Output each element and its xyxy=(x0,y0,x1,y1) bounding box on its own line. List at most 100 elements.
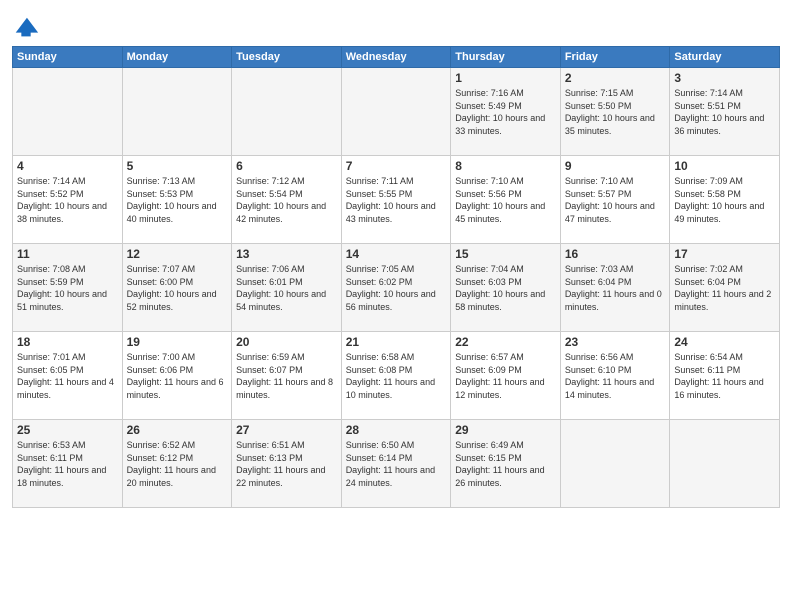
calendar-header-row: SundayMondayTuesdayWednesdayThursdayFrid… xyxy=(13,47,780,68)
day-number: 19 xyxy=(127,335,228,349)
day-info: Sunrise: 7:08 AM Sunset: 5:59 PM Dayligh… xyxy=(17,263,118,313)
logo-icon xyxy=(12,14,40,42)
calendar-cell: 7Sunrise: 7:11 AM Sunset: 5:55 PM Daylig… xyxy=(341,156,451,244)
day-number: 22 xyxy=(455,335,556,349)
day-of-week-header: Saturday xyxy=(670,47,780,68)
day-info: Sunrise: 7:04 AM Sunset: 6:03 PM Dayligh… xyxy=(455,263,556,313)
day-number: 26 xyxy=(127,423,228,437)
day-number: 16 xyxy=(565,247,666,261)
calendar-table: SundayMondayTuesdayWednesdayThursdayFrid… xyxy=(12,46,780,508)
day-number: 10 xyxy=(674,159,775,173)
day-number: 8 xyxy=(455,159,556,173)
calendar-cell: 21Sunrise: 6:58 AM Sunset: 6:08 PM Dayli… xyxy=(341,332,451,420)
day-info: Sunrise: 7:13 AM Sunset: 5:53 PM Dayligh… xyxy=(127,175,228,225)
day-of-week-header: Thursday xyxy=(451,47,561,68)
day-number: 7 xyxy=(346,159,447,173)
day-info: Sunrise: 6:51 AM Sunset: 6:13 PM Dayligh… xyxy=(236,439,337,489)
calendar-cell: 29 Sunrise: 6:49 AM Sunset: 6:15 PM Dayli… xyxy=(451,420,561,508)
page-container: SundayMondayTuesdayWednesdayThursdayFrid… xyxy=(0,0,792,514)
calendar-cell: 10 Sunrise: 7:09 AM Sunset: 5:58 PM Dayli… xyxy=(670,156,780,244)
day-number: 23 xyxy=(565,335,666,349)
day-info: Sunrise: 7:14 AM Sunset: 5:51 PM Dayligh… xyxy=(674,87,775,137)
calendar-cell: 24 Sunrise: 6:54 AM Sunset: 6:11 PM Dayli… xyxy=(670,332,780,420)
calendar-cell xyxy=(122,68,232,156)
day-of-week-header: Sunday xyxy=(13,47,123,68)
calendar-cell: 23Sunrise: 6:56 AM Sunset: 6:10 PM Dayli… xyxy=(560,332,670,420)
day-number: 14 xyxy=(346,247,447,261)
calendar-cell: 1 Sunrise: 7:16 AM Sunset: 5:49 PM Daylig… xyxy=(451,68,561,156)
day-info: Sunrise: 7:07 AM Sunset: 6:00 PM Dayligh… xyxy=(127,263,228,313)
calendar-week-row: 1 Sunrise: 7:16 AM Sunset: 5:49 PM Daylig… xyxy=(13,68,780,156)
calendar-cell: 3 Sunrise: 7:14 AM Sunset: 5:51 PM Daylig… xyxy=(670,68,780,156)
calendar-cell xyxy=(232,68,342,156)
day-info: Sunrise: 7:02 AM Sunset: 6:04 PM Dayligh… xyxy=(674,263,775,313)
day-info: Sunrise: 6:58 AM Sunset: 6:08 PM Dayligh… xyxy=(346,351,447,401)
calendar-week-row: 4 Sunrise: 7:14 AM Sunset: 5:52 PM Daylig… xyxy=(13,156,780,244)
day-info: Sunrise: 6:53 AM Sunset: 6:11 PM Dayligh… xyxy=(17,439,118,489)
day-info: Sunrise: 7:00 AM Sunset: 6:06 PM Dayligh… xyxy=(127,351,228,401)
calendar-cell: 11Sunrise: 7:08 AM Sunset: 5:59 PM Dayli… xyxy=(13,244,123,332)
calendar-cell: 25 Sunrise: 6:53 AM Sunset: 6:11 PM Dayli… xyxy=(13,420,123,508)
day-number: 17 xyxy=(674,247,775,261)
calendar-cell: 19 Sunrise: 7:00 AM Sunset: 6:06 PM Dayli… xyxy=(122,332,232,420)
day-number: 5 xyxy=(127,159,228,173)
calendar-cell: 9 Sunrise: 7:10 AM Sunset: 5:57 PM Daylig… xyxy=(560,156,670,244)
calendar-week-row: 11Sunrise: 7:08 AM Sunset: 5:59 PM Dayli… xyxy=(13,244,780,332)
calendar-cell: 18 Sunrise: 7:01 AM Sunset: 6:05 PM Dayli… xyxy=(13,332,123,420)
calendar-cell: 27 Sunrise: 6:51 AM Sunset: 6:13 PM Dayli… xyxy=(232,420,342,508)
day-number: 18 xyxy=(17,335,118,349)
day-number: 24 xyxy=(674,335,775,349)
day-info: Sunrise: 6:52 AM Sunset: 6:12 PM Dayligh… xyxy=(127,439,228,489)
calendar-cell: 26 Sunrise: 6:52 AM Sunset: 6:12 PM Dayli… xyxy=(122,420,232,508)
calendar-cell: 12Sunrise: 7:07 AM Sunset: 6:00 PM Dayli… xyxy=(122,244,232,332)
day-info: Sunrise: 7:01 AM Sunset: 6:05 PM Dayligh… xyxy=(17,351,118,401)
day-of-week-header: Friday xyxy=(560,47,670,68)
day-number: 3 xyxy=(674,71,775,85)
day-number: 29 xyxy=(455,423,556,437)
day-info: Sunrise: 7:06 AM Sunset: 6:01 PM Dayligh… xyxy=(236,263,337,313)
day-info: Sunrise: 7:10 AM Sunset: 5:56 PM Dayligh… xyxy=(455,175,556,225)
day-info: Sunrise: 6:54 AM Sunset: 6:11 PM Dayligh… xyxy=(674,351,775,401)
calendar-cell: 8 Sunrise: 7:10 AM Sunset: 5:56 PM Daylig… xyxy=(451,156,561,244)
day-info: Sunrise: 6:59 AM Sunset: 6:07 PM Dayligh… xyxy=(236,351,337,401)
day-number: 9 xyxy=(565,159,666,173)
day-number: 27 xyxy=(236,423,337,437)
logo xyxy=(12,14,42,42)
calendar-cell: 6 Sunrise: 7:12 AM Sunset: 5:54 PM Daylig… xyxy=(232,156,342,244)
day-info: Sunrise: 6:50 AM Sunset: 6:14 PM Dayligh… xyxy=(346,439,447,489)
day-info: Sunrise: 7:09 AM Sunset: 5:58 PM Dayligh… xyxy=(674,175,775,225)
day-of-week-header: Tuesday xyxy=(232,47,342,68)
header xyxy=(12,10,780,42)
day-number: 1 xyxy=(455,71,556,85)
day-info: Sunrise: 6:49 AM Sunset: 6:15 PM Dayligh… xyxy=(455,439,556,489)
day-number: 28 xyxy=(346,423,447,437)
day-info: Sunrise: 7:12 AM Sunset: 5:54 PM Dayligh… xyxy=(236,175,337,225)
day-info: Sunrise: 7:03 AM Sunset: 6:04 PM Dayligh… xyxy=(565,263,666,313)
day-info: Sunrise: 7:10 AM Sunset: 5:57 PM Dayligh… xyxy=(565,175,666,225)
calendar-cell: 4 Sunrise: 7:14 AM Sunset: 5:52 PM Daylig… xyxy=(13,156,123,244)
calendar-week-row: 18 Sunrise: 7:01 AM Sunset: 6:05 PM Dayli… xyxy=(13,332,780,420)
calendar-cell xyxy=(13,68,123,156)
calendar-cell: 20 Sunrise: 6:59 AM Sunset: 6:07 PM Dayli… xyxy=(232,332,342,420)
calendar-cell: 2 Sunrise: 7:15 AM Sunset: 5:50 PM Daylig… xyxy=(560,68,670,156)
day-info: Sunrise: 7:15 AM Sunset: 5:50 PM Dayligh… xyxy=(565,87,666,137)
calendar-cell: 17 Sunrise: 7:02 AM Sunset: 6:04 PM Dayli… xyxy=(670,244,780,332)
day-number: 25 xyxy=(17,423,118,437)
day-info: Sunrise: 7:14 AM Sunset: 5:52 PM Dayligh… xyxy=(17,175,118,225)
calendar-cell xyxy=(670,420,780,508)
calendar-cell: 14Sunrise: 7:05 AM Sunset: 6:02 PM Dayli… xyxy=(341,244,451,332)
day-number: 13 xyxy=(236,247,337,261)
calendar-cell: 28 Sunrise: 6:50 AM Sunset: 6:14 PM Dayli… xyxy=(341,420,451,508)
calendar-cell: 15 Sunrise: 7:04 AM Sunset: 6:03 PM Dayli… xyxy=(451,244,561,332)
calendar-cell: 22 Sunrise: 6:57 AM Sunset: 6:09 PM Dayli… xyxy=(451,332,561,420)
day-info: Sunrise: 7:16 AM Sunset: 5:49 PM Dayligh… xyxy=(455,87,556,137)
day-number: 20 xyxy=(236,335,337,349)
calendar-cell: 5 Sunrise: 7:13 AM Sunset: 5:53 PM Daylig… xyxy=(122,156,232,244)
day-number: 4 xyxy=(17,159,118,173)
day-number: 6 xyxy=(236,159,337,173)
day-info: Sunrise: 6:57 AM Sunset: 6:09 PM Dayligh… xyxy=(455,351,556,401)
day-number: 15 xyxy=(455,247,556,261)
calendar-cell: 13 Sunrise: 7:06 AM Sunset: 6:01 PM Dayli… xyxy=(232,244,342,332)
day-of-week-header: Wednesday xyxy=(341,47,451,68)
day-number: 2 xyxy=(565,71,666,85)
